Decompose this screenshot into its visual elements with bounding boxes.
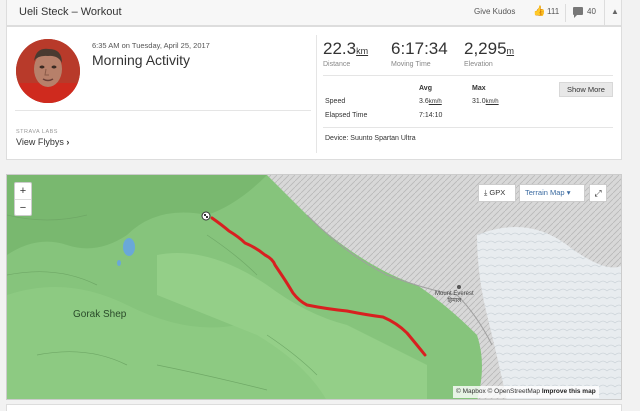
route-line bbox=[210, 216, 427, 357]
activity-summary-card: 6:35 AM on Tuesday, April 25, 2017 Morni… bbox=[6, 26, 622, 160]
gpx-export-button[interactable]: ⤓ GPX bbox=[478, 184, 516, 202]
divider bbox=[323, 75, 613, 76]
fullscreen-icon[interactable]: ⤢ bbox=[589, 184, 607, 202]
distance-unit: km bbox=[356, 46, 369, 56]
zoom-controls: + − bbox=[14, 182, 32, 216]
divider bbox=[565, 4, 566, 22]
activity-page: Ueli Steck – Workout Give Kudos 👍 111 40… bbox=[0, 0, 640, 411]
divider bbox=[15, 110, 311, 111]
device-info: Device: Suunto Spartan Ultra bbox=[325, 135, 416, 142]
map-type-dropdown[interactable]: Terrain Map ▾ bbox=[519, 184, 585, 202]
kudos-count[interactable]: 111 bbox=[547, 7, 559, 16]
mapbox-link[interactable]: © Mapbox bbox=[456, 388, 486, 395]
elapsed-time-label: Elapsed Time bbox=[325, 112, 368, 119]
moving-time-label: Moving Time bbox=[391, 61, 431, 68]
distance-label: Distance bbox=[323, 61, 351, 68]
activity-date: 6:35 AM on Tuesday, April 25, 2017 bbox=[92, 41, 210, 50]
zoom-in-button[interactable]: + bbox=[15, 183, 31, 199]
activity-map[interactable]: + − ⤓ GPX Terrain Map ▾ ⤢ Gorak Shep Mou… bbox=[6, 174, 622, 400]
view-flybys-label[interactable]: View Flybys bbox=[16, 137, 64, 147]
show-more-button[interactable]: Show More bbox=[559, 82, 613, 97]
strava-labs-label: STRAVA LABS bbox=[16, 129, 58, 135]
activity-header: Ueli Steck – Workout Give Kudos 👍 111 40… bbox=[6, 0, 622, 26]
distance-value: 22.3km bbox=[323, 39, 368, 59]
route-layer bbox=[201, 211, 427, 357]
zoom-out-button[interactable]: − bbox=[15, 199, 31, 215]
elevation-value: 2,295m bbox=[464, 39, 514, 59]
speed-unit: km/h bbox=[485, 99, 499, 105]
speed-unit: km/h bbox=[428, 99, 442, 105]
start-flag-icon bbox=[201, 211, 211, 221]
elevation-label: Elevation bbox=[464, 61, 493, 68]
chevron-down-icon: ▾ bbox=[566, 188, 571, 197]
speed-max-value: 31.0 bbox=[472, 98, 486, 105]
improve-map-link[interactable]: Improve this map bbox=[542, 388, 596, 395]
speed-avg: 3.6km/h bbox=[419, 98, 442, 105]
max-header: Max bbox=[472, 85, 486, 92]
view-flybys-link[interactable]: View Flybys › bbox=[16, 137, 69, 147]
place-label: Gorak Shep bbox=[73, 309, 127, 320]
map-attribution: © Mapbox © OpenStreetMap Improve this ma… bbox=[453, 386, 599, 398]
divider bbox=[323, 127, 613, 128]
divider bbox=[316, 35, 317, 153]
peak-name-local: हिमाल bbox=[447, 298, 462, 304]
activity-name: Morning Activity bbox=[92, 52, 191, 68]
moving-time-value: 6:17:34 bbox=[391, 39, 448, 58]
gpx-label[interactable]: GPX bbox=[489, 188, 505, 197]
elevation-unit: m bbox=[506, 46, 515, 56]
thumbs-up-icon[interactable]: 👍 bbox=[533, 6, 545, 17]
peak-label: Mount Everest हिमाल bbox=[435, 291, 474, 305]
peak-name: Mount Everest bbox=[435, 291, 474, 297]
athlete-avatar[interactable] bbox=[16, 39, 80, 103]
elapsed-time-value: 7:14:10 bbox=[419, 112, 443, 119]
speed-avg-value: 3.6 bbox=[419, 98, 429, 105]
speed-max: 31.0km/h bbox=[472, 98, 499, 105]
map-type-label[interactable]: Terrain Map bbox=[525, 188, 565, 197]
collapse-icon[interactable]: ▲ bbox=[611, 7, 619, 16]
divider bbox=[604, 0, 605, 26]
download-icon: ⤓ bbox=[484, 188, 488, 197]
comment-icon[interactable] bbox=[573, 7, 583, 18]
comment-count[interactable]: 40 bbox=[587, 7, 596, 16]
speed-label: Speed bbox=[325, 98, 346, 105]
osm-link[interactable]: © OpenStreetMap bbox=[488, 388, 540, 395]
chevron-right-icon: › bbox=[66, 137, 70, 147]
distance-number: 22.3 bbox=[323, 39, 357, 58]
elevation-number: 2,295 bbox=[464, 39, 507, 58]
page-title: Ueli Steck – Workout bbox=[19, 6, 122, 18]
give-kudos-button[interactable]: Give Kudos bbox=[474, 7, 515, 16]
avg-header: Avg bbox=[419, 85, 432, 92]
next-section bbox=[6, 404, 622, 411]
